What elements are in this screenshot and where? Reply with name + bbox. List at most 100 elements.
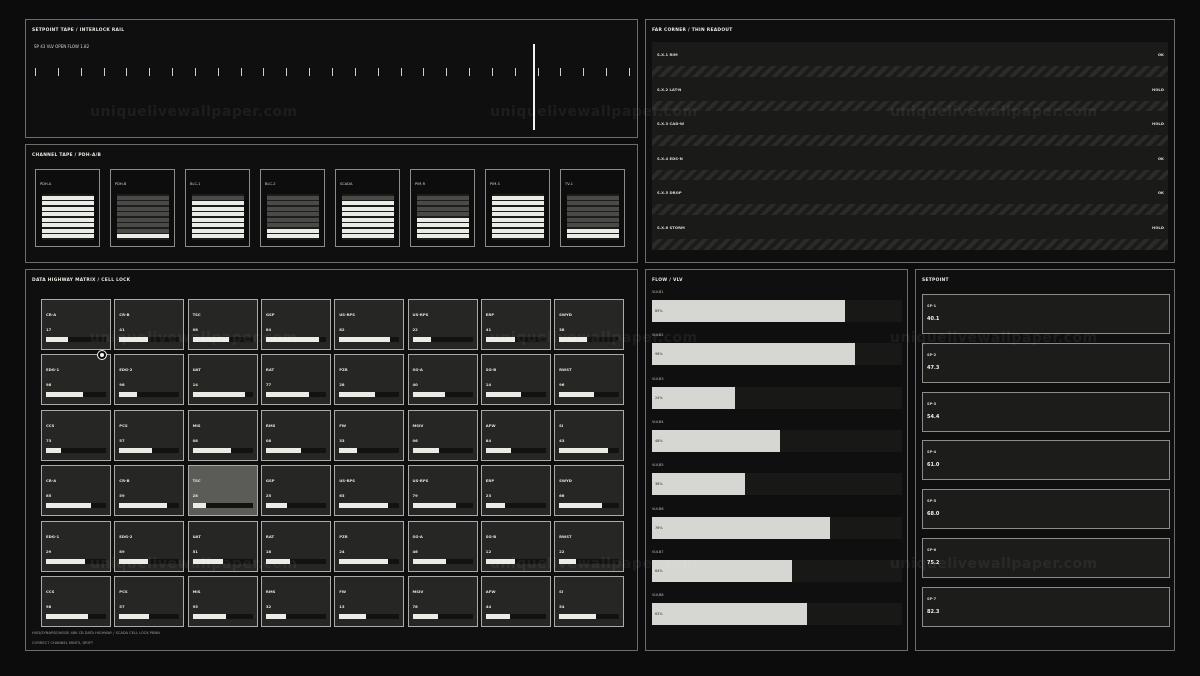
matrix-cell[interactable]: RMS 08 [260,409,331,461]
matrix-cell[interactable]: SI 54 [554,576,625,627]
matrix-cell[interactable]: CCS 73 [41,409,111,461]
matrix-cell[interactable]: MIS 95 [187,576,258,627]
matrix-cell[interactable]: CCS 98 [41,576,111,627]
cell-name: CR-B [119,478,130,484]
channel-card[interactable]: BLC-1 [185,169,250,247]
tape-tick [491,68,493,76]
channel-card[interactable]: PIM-S [485,169,550,247]
matrix-cell[interactable]: ERP 41 [480,299,551,350]
matrix-cell[interactable]: MIS 08 [187,409,258,461]
channel-label: PDH-B [115,182,127,186]
valve-flow-track[interactable]: 64% [652,559,902,582]
matrix-cell[interactable]: EDG-1 29 [41,520,111,572]
channel-card[interactable]: SCADA [335,169,400,247]
matrix-cell[interactable]: CR-A 65 [41,465,111,517]
matrix-cell[interactable]: SWYD 66 [554,465,625,517]
far-corner-row-label: S.X.1 RIM [657,52,678,57]
channel-card[interactable]: PDH-A [35,169,100,247]
matrix-cell[interactable]: US-RPS 63 [334,465,405,517]
matrix-cell[interactable]: FW 33 [334,409,405,461]
matrix-cell[interactable]: US-RPS 79 [407,465,478,517]
setpoint-cursor[interactable] [533,44,535,130]
far-corner-row[interactable]: S.X.5 DROP OK [652,180,1168,204]
valve-flow-track[interactable]: 48% [652,429,902,452]
matrix-cell[interactable]: SG-B 14 [480,354,551,406]
channel-card[interactable]: BLC-2 [260,169,325,247]
matrix-cell[interactable]: SI 43 [554,409,625,461]
matrix-cell[interactable]: EDG-2 98 [114,354,185,406]
matrix-cell[interactable]: AFW 84 [480,409,551,461]
setpoint-card[interactable]: SP-7 82.3 [922,586,1170,627]
matrix-cell[interactable]: RWST 96 [554,354,625,406]
cell-value: 08 [265,437,272,443]
matrix-cell[interactable]: SG-B 12 [480,520,551,572]
valve-flow-track[interactable]: 76% [652,516,902,539]
cell-value: 77 [265,382,272,388]
matrix-cell[interactable]: RAT 18 [260,520,331,572]
tape-tick [537,68,539,76]
cell-level-fill [192,558,223,564]
channel-level-segment [42,223,94,228]
matrix-cell[interactable]: PZR 28 [334,354,405,406]
matrix-cell[interactable]: GSP 84 [260,299,331,350]
far-corner-row[interactable]: S.X.4 EDS-N OK [652,145,1168,170]
matrix-cell[interactable]: SWYD 38 [554,299,625,350]
matrix-cell[interactable]: US-RPS 82 [334,299,405,350]
channel-level-segment [342,212,394,217]
setpoint-card[interactable]: SP-5 68.0 [922,489,1170,530]
channel-card[interactable]: TV-1 [560,169,625,247]
cell-value: 63 [339,493,345,499]
valve-flow-track[interactable]: 24% [652,386,902,409]
matrix-cell[interactable]: UAT 14 [187,354,258,406]
setpoint-card[interactable]: SP-6 75.2 [922,538,1170,578]
channel-card[interactable]: PDH-B [110,169,175,247]
matrix-cell[interactable]: ERP 23 [480,465,551,517]
far-corner-row[interactable]: S.X.1 RIM OK [652,42,1168,66]
matrix-cell[interactable]: FW 13 [334,576,405,627]
matrix-cell[interactable]: MSIV 06 [407,409,478,461]
matrix-cell[interactable]: RAT 77 [260,354,331,406]
matrix-cell[interactable]: PCS 57 [114,576,185,627]
valve-flow-track[interactable]: 96% [652,343,902,366]
cell-name: PCS [119,589,128,594]
valve-flow-track[interactable]: 38% [652,473,902,496]
matrix-cell[interactable]: RWST 22 [554,520,625,572]
channel-level-segment [267,206,319,211]
matrix-cell[interactable]: GSP 25 [260,465,331,517]
far-corner-row[interactable]: S.X.2 LAT-N HOLD [652,76,1168,101]
cell-level-fill [339,503,389,509]
matrix-cell[interactable]: SG-A 40 [407,354,478,406]
cell-level-fill [192,447,231,453]
cell-level-bar [559,447,620,453]
valve-flow-track[interactable]: 63% [652,603,902,626]
matrix-cell[interactable]: EDG-1 98 [41,354,111,406]
matrix-cell[interactable]: CR-B 59 [114,465,185,517]
matrix-cell[interactable]: MSIV 78 [407,576,478,627]
cell-level-fill [265,447,301,453]
matrix-cell[interactable]: AFW 44 [480,576,551,627]
matrix-cell[interactable]: SG-A 46 [407,520,478,572]
matrix-cell[interactable]: EDG-2 89 [114,520,185,572]
valve-flow-percent: 96% [655,352,663,357]
matrix-cell[interactable]: PZR 24 [334,520,405,572]
matrix-cell[interactable]: RMS 32 [260,576,331,627]
setpoint-card[interactable]: SP-4 61.0 [922,440,1170,481]
matrix-footnote: HUD/SYNAPSE/NODE 48K CB DATA HIGHWAY / S… [32,631,160,635]
setpoint-card[interactable]: SP-1 40.1 [922,294,1170,334]
matrix-cell[interactable]: CR-A 17 [41,299,111,350]
far-corner-row[interactable]: S.X.3 CAD-W HOLD [652,111,1168,135]
far-corner-row[interactable]: S.X.6 STORM HOLD [652,214,1168,239]
setpoint-card[interactable]: SP-2 47.3 [922,342,1170,383]
matrix-cell[interactable]: UAT 51 [187,520,258,572]
cell-level-bar [412,503,473,509]
channel-level-segment [117,201,169,206]
matrix-cell[interactable]: CR-B 41 [114,299,185,350]
matrix-cell[interactable]: PCS 57 [114,409,185,461]
setpoint-card[interactable]: SP-3 54.4 [922,391,1170,432]
matrix-cell[interactable]: TSC 08 [187,299,258,350]
valve-flow-track[interactable]: 85% [652,300,902,322]
matrix-cell[interactable]: US-RPS 22 [407,299,478,350]
valve-flow-fill: 48% [652,429,780,452]
channel-card[interactable]: PIM-R [410,169,475,247]
matrix-cell[interactable]: TSC 28 [187,465,258,517]
